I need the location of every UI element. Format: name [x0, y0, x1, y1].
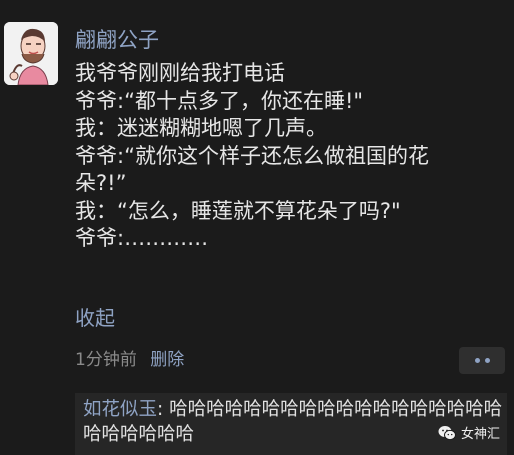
more-dots-icon [484, 358, 490, 363]
post-line: 我爷爷刚刚给我打电话 [75, 61, 285, 85]
delete-link[interactable]: 删除 [150, 350, 184, 370]
wechat-bubble-icon [438, 425, 456, 440]
author-name[interactable]: 翩翩公子 [75, 26, 159, 54]
post-line: 爷爷:“都十点多了，你还在睡!" [75, 88, 364, 113]
post-content: 我爷爷刚刚给我打电话 爷爷:“都十点多了，你还在睡!" 我：迷迷糊糊地嗯了几声。… [75, 60, 505, 253]
watermark: 女神汇 [438, 423, 500, 442]
watermark-text: 女神汇 [461, 427, 501, 442]
more-dots-icon [474, 358, 480, 363]
post-line: 我：迷迷糊糊地嗯了几声。 [75, 116, 327, 140]
post-meta: 1分钟前 删除 [75, 348, 184, 372]
post-line: 爷爷:………… [75, 226, 209, 250]
post-timestamp: 1分钟前 [75, 350, 137, 370]
commenter-name[interactable]: 如花似玉 [83, 399, 157, 420]
cartoon-character-avatar-icon [4, 22, 58, 85]
post-line: 我：“怎么，睡莲就不算花朵了吗?" [75, 198, 401, 223]
more-options-button[interactable] [459, 347, 505, 374]
avatar[interactable] [4, 22, 58, 85]
comment-separator: : [157, 399, 170, 420]
collapse-link[interactable]: 收起 [75, 304, 115, 332]
post-line: 朵?!” [75, 171, 127, 195]
post-line: 爷爷:“就你这个样子还怎么做祖国的花 [75, 143, 429, 168]
